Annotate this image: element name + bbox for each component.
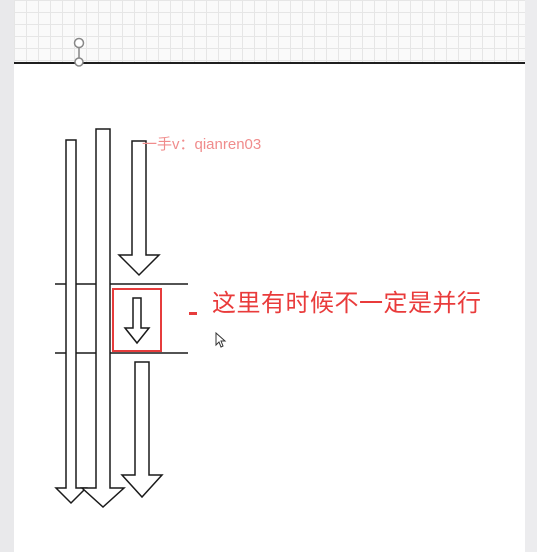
short-arrow-bottom (120, 361, 164, 499)
red-dash-marker (189, 312, 197, 315)
parallel-arrows-diagram (54, 37, 227, 509)
long-arrow-1 (54, 139, 88, 505)
long-arrow-2 (80, 128, 126, 509)
watermark-text: 一手v：qianren03 (142, 136, 262, 153)
highlighted-arrow (123, 297, 151, 345)
ruler-handle[interactable] (73, 37, 85, 67)
short-arrow-top (117, 140, 161, 277)
mouse-pointer-icon (215, 331, 227, 348)
annotation-text: 这里有时候不一定是并行 (212, 289, 482, 317)
